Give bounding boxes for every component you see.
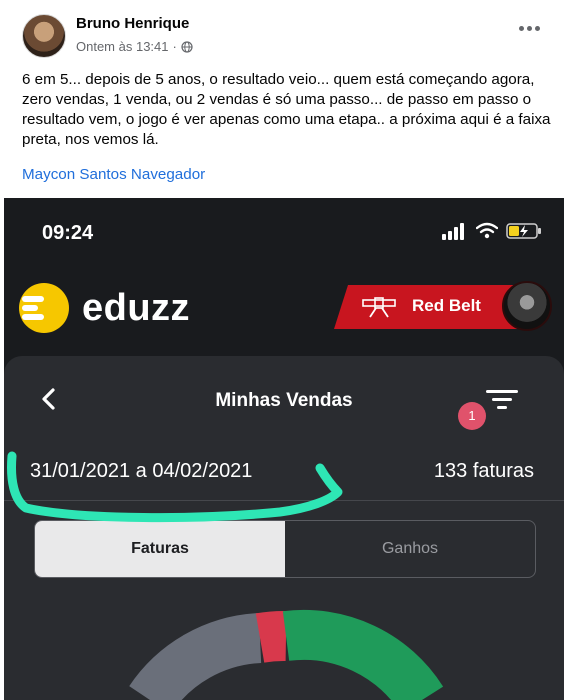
post-text: 6 em 5... depois de 5 anos, o resultado … — [22, 71, 551, 148]
eduzz-logo-icon — [19, 283, 69, 333]
meta-separator: · — [172, 39, 177, 54]
date-range[interactable]: 31/01/2021 a 04/02/2021 — [30, 460, 252, 483]
app-screenshot: 09:24 eduzz Red Belt Minhas Vendas 1 31/… — [4, 198, 564, 700]
brand-name: eduzz — [82, 286, 191, 329]
tagged-person-link[interactable]: Maycon Santos Navegador — [22, 166, 205, 183]
post-meta: Ontem às 13:41 · — [76, 39, 193, 54]
profile-avatar[interactable] — [502, 281, 552, 331]
globe-icon[interactable] — [181, 40, 193, 53]
tab-switcher: Faturas Ganhos — [34, 520, 536, 578]
invoice-count: 133 faturas — [433, 460, 534, 482]
belt-icon — [362, 297, 396, 318]
sales-panel: Minhas Vendas 1 31/01/2021 a 04/02/2021 … — [4, 356, 564, 700]
belt-label: Red Belt — [412, 296, 481, 315]
more-options-icon[interactable] — [519, 26, 540, 31]
signal-icon — [442, 223, 464, 240]
author-avatar[interactable] — [22, 14, 66, 58]
author-name[interactable]: Bruno Henrique — [76, 15, 189, 32]
battery-icon — [506, 223, 541, 239]
status-icons — [442, 222, 542, 240]
tab-faturas[interactable]: Faturas — [35, 521, 285, 577]
filter-icon[interactable] — [484, 386, 520, 414]
post-time[interactable]: Ontem às 13:41 — [76, 39, 169, 54]
wifi-icon — [476, 222, 498, 239]
filter-count-badge: 1 — [458, 402, 486, 430]
post-header: Bruno Henrique Ontem às 13:41 · — [0, 0, 568, 66]
status-time: 09:24 — [42, 222, 94, 244]
tab-ganhos[interactable]: Ganhos — [285, 521, 535, 577]
divider — [4, 500, 564, 501]
belt-badge[interactable]: Red Belt — [334, 281, 552, 331]
brand: eduzz — [18, 282, 190, 334]
